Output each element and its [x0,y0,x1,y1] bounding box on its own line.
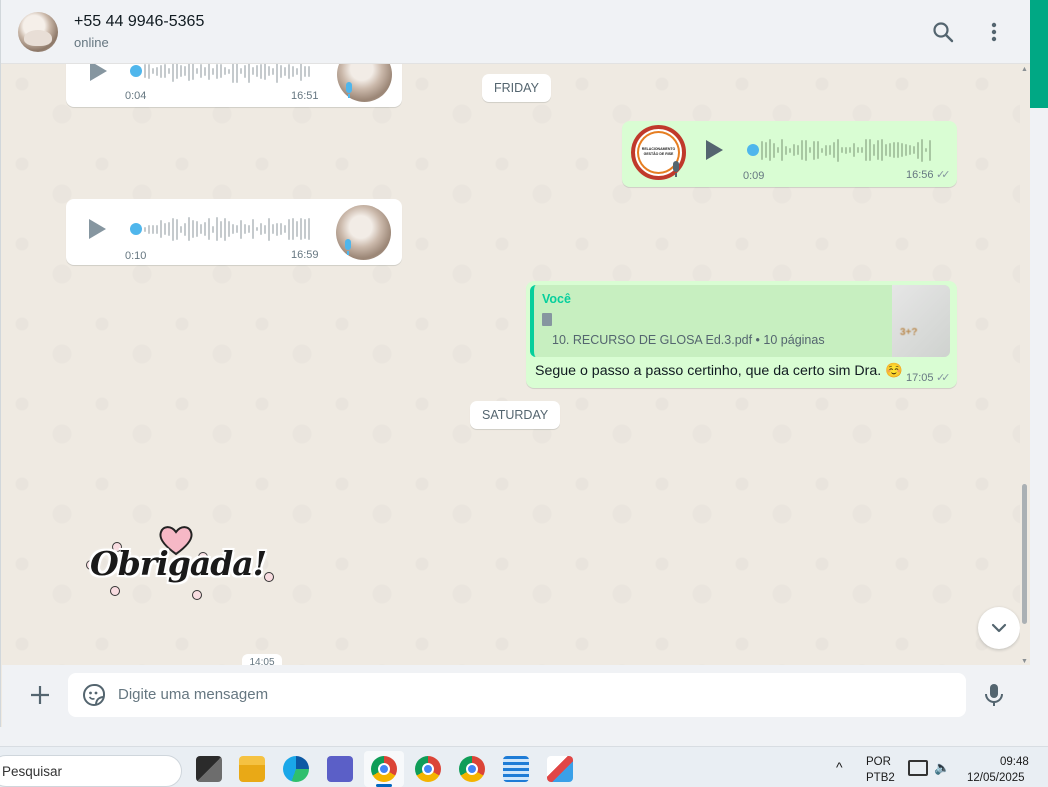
contact-avatar[interactable] [18,12,58,52]
voice-duration: 0:10 [125,250,147,262]
message-input[interactable]: Digite uma mensagem [68,673,966,717]
menu-kebab-icon[interactable] [980,18,1008,46]
quoted-document[interactable]: Você 10. RECURSO DE GLOSA Ed.3.pdf • 10 … [530,285,950,357]
window-side-strip [1030,108,1048,727]
message-composer: Digite uma mensagem [2,665,1031,727]
voice-waveform[interactable] [761,137,931,163]
volume-icon[interactable]: 🔈 [934,760,950,776]
message-time: 16:56 [906,169,934,181]
windows-taskbar: Pesquisar ^ POR PTB2 🔈 09:48 12/05/2025 [0,746,1048,787]
edge-browser-icon[interactable] [283,756,309,782]
chrome-profile-icon[interactable] [415,756,441,782]
play-icon[interactable] [90,64,107,81]
sticker-button[interactable] [82,683,106,707]
flower-decoration [192,590,202,600]
play-icon[interactable] [706,140,723,160]
avatar-logo: RELACIONAMENTO GESTÃO DE RISE [641,147,676,156]
show-hidden-icons-chevron-icon[interactable]: ^ [836,759,843,775]
microphone-icon [344,82,354,98]
message-input-placeholder: Digite uma mensagem [118,686,269,703]
voice-duration: 0:04 [125,90,147,102]
date-separator: FRIDAY [482,74,551,102]
sticker-icon [83,684,105,706]
sticker-message[interactable]: Obrigada! [84,520,279,600]
contact-name[interactable]: +55 44 9946-5365 [74,13,204,31]
date-separator: SATURDAY [470,401,561,429]
message-time: 16:59 [291,249,319,261]
clock-time[interactable]: 09:48 [1000,756,1029,768]
message-time: 17:05 [906,372,934,384]
voice-progress-dot[interactable] [747,144,759,156]
chrome-profile-icon[interactable] [459,756,485,782]
scrollbar-thumb[interactable] [1022,484,1027,624]
document-name: 10. RECURSO DE GLOSA Ed.3.pdf • 10 págin… [552,333,825,347]
taskbar-search[interactable]: Pesquisar [0,755,182,787]
scroll-to-bottom-button[interactable] [978,607,1020,649]
scroll-up-arrow-icon[interactable]: ▲ [1021,66,1028,73]
read-ticks-icon: ✓✓ [936,372,951,384]
chrome-icon[interactable] [371,756,397,782]
task-view-icon[interactable] [196,756,222,782]
document-reply-message[interactable]: Você 10. RECURSO DE GLOSA Ed.3.pdf • 10 … [526,281,957,388]
microphone-icon [985,684,1003,706]
voice-waveform[interactable] [144,64,310,84]
notepad-icon[interactable] [503,756,529,782]
quote-author: Você [542,292,571,306]
taskbar-search-placeholder: Pesquisar [2,764,63,779]
keyboard-layout[interactable]: PTB2 [866,772,895,784]
voice-message-outgoing[interactable]: RELACIONAMENTO GESTÃO DE RISE 0:09 16:56 … [622,121,957,187]
voice-progress-dot[interactable] [130,223,142,235]
plus-icon [31,686,49,704]
window-accent-strip [1030,0,1048,108]
search-icon[interactable] [929,18,957,46]
file-explorer-icon[interactable] [239,756,265,782]
voice-message-incoming[interactable]: 0:10 16:59 [66,199,402,265]
play-icon[interactable] [89,219,106,239]
message-list[interactable]: 0:04 16:51 FRIDAY RELACIONAMENTO GESTÃO D… [2,64,1020,665]
sticker-text: Obrigada! [90,544,267,583]
voice-message-incoming[interactable]: 0:04 16:51 [66,64,402,107]
voice-record-button[interactable] [982,681,1006,709]
message-time-partial: 14:05 [242,654,282,665]
attach-button[interactable] [26,681,54,709]
teams-icon[interactable] [327,756,353,782]
document-icon [542,313,552,326]
clock-date[interactable]: 12/05/2025 [967,772,1025,784]
snipping-tool-icon[interactable] [547,756,573,782]
microphone-icon [343,239,353,255]
network-icon[interactable] [908,760,928,776]
contact-status: online [74,35,109,50]
chat-header[interactable]: +55 44 9946-5365 online [1,0,1031,64]
scroll-down-arrow-icon[interactable]: ▼ [1021,658,1028,665]
flower-decoration [110,586,120,596]
document-thumbnail [892,285,950,357]
voice-waveform[interactable] [144,216,310,242]
read-ticks-icon: ✓✓ [936,169,951,181]
chevron-down-icon [991,623,1007,633]
microphone-icon [671,161,681,177]
message-time: 16:51 [291,90,319,102]
whatsapp-window: +55 44 9946-5365 online 0:04 16:51 FRIDA… [0,0,1031,727]
voice-duration: 0:09 [743,170,765,182]
message-text: Segue o passo a passo certinho, que da c… [535,363,903,379]
chat-scrollbar[interactable]: ▲ ▼ [1020,64,1030,665]
input-language[interactable]: POR [866,756,891,768]
voice-progress-dot[interactable] [130,65,142,77]
